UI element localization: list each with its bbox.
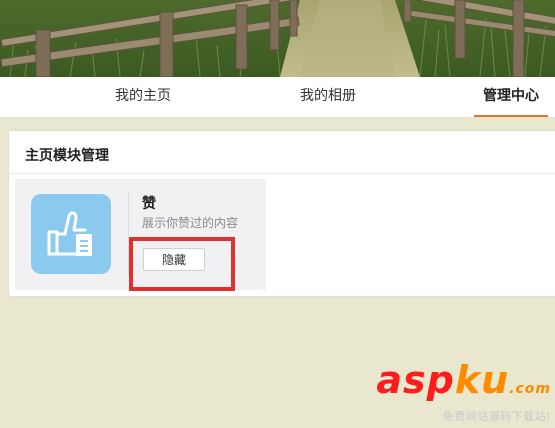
watermark-slogan: 免费网站源码下载站! — [442, 410, 551, 423]
module-name: 赞 — [142, 196, 156, 212]
tab-management-center[interactable]: 管理中心 — [474, 77, 548, 117]
header-banner-image — [0, 0, 555, 77]
module-management-card: 主页模块管理 赞 展示你赞过的内容 隐藏 — [8, 130, 555, 297]
thumbs-up-icon — [31, 194, 111, 274]
card-title: 主页模块管理 — [25, 148, 109, 164]
top-nav: 我的主页 我的相册 管理中心 — [0, 77, 555, 118]
tab-my-homepage[interactable]: 我的主页 — [100, 77, 186, 117]
watermark-logo: aspku.com — [376, 358, 551, 402]
annotation-highlight-box — [129, 237, 235, 291]
watermark: aspku.com 免费网站源码下载站! — [376, 361, 551, 424]
card-divider — [9, 173, 555, 174]
tab-my-album[interactable]: 我的相册 — [285, 77, 371, 117]
module-description: 展示你赞过的内容 — [142, 216, 239, 230]
